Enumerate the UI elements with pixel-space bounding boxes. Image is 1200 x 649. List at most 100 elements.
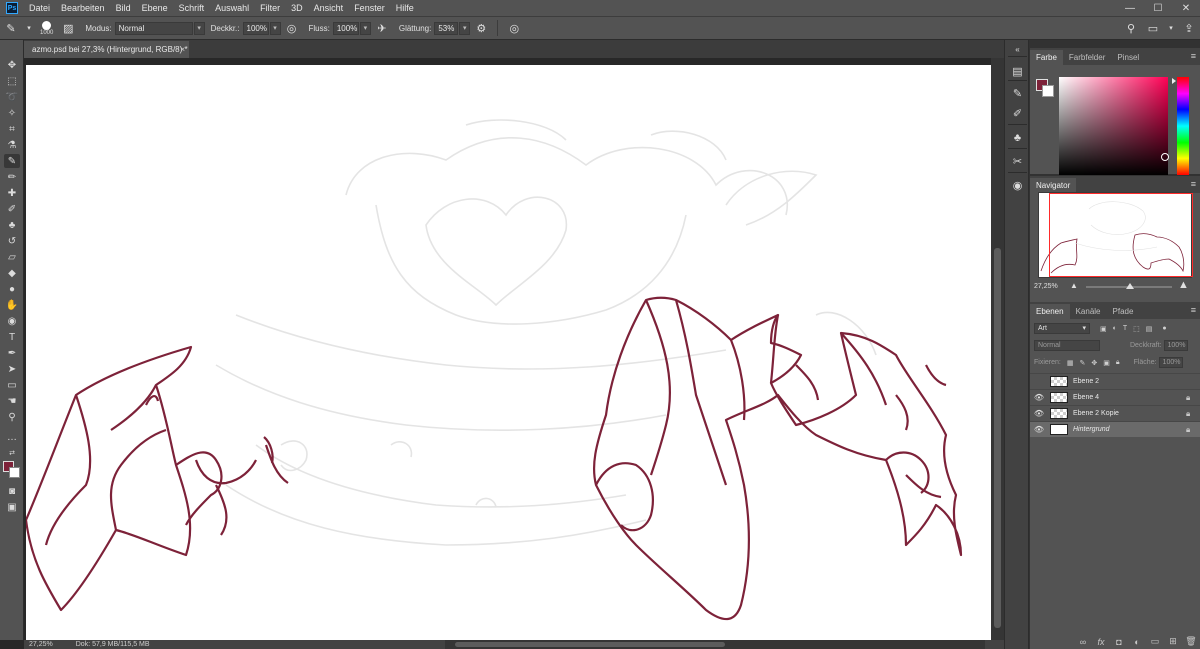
delete-layer-trash-icon[interactable]: 🗑︎ <box>1182 636 1200 647</box>
vertical-scrollbar[interactable] <box>991 58 1004 640</box>
menu-ebene[interactable]: Ebene <box>137 3 174 13</box>
filter-shape-icon[interactable]: ⬚ <box>1133 325 1140 333</box>
menu-hilfe[interactable]: Hilfe <box>391 3 420 13</box>
brushes-panel-icon[interactable]: ✐ <box>1010 106 1025 121</box>
new-layer-icon[interactable]: ⊞ <box>1164 636 1182 647</box>
rectangle-tool-icon[interactable]: ▭ <box>4 378 20 392</box>
menu-datei[interactable]: Datei <box>24 3 56 13</box>
tab-navigator[interactable]: Navigator <box>1030 178 1077 193</box>
opacity-field[interactable]: 100% <box>242 21 269 35</box>
fill-field[interactable]: 100% <box>1158 357 1183 368</box>
eye-icon[interactable]: 👁︎ <box>1030 409 1048 418</box>
layer-row-selected[interactable]: 👁︎ Hintergrund 🔒︎ <box>1030 421 1200 437</box>
marquee-tool-icon[interactable]: ⬚ <box>4 74 20 88</box>
opacity-dropdown-icon[interactable]: ▾ <box>269 21 281 35</box>
menu-schrift[interactable]: Schrift <box>174 3 211 13</box>
canvas-area[interactable] <box>24 58 1004 640</box>
layer-row[interactable]: 👁︎ Ebene 2 Kopie 🔒︎ <box>1030 405 1200 421</box>
lock-pixels-icon[interactable]: ✎ <box>1079 359 1085 367</box>
color-picker-cursor[interactable] <box>1161 153 1169 161</box>
link-layers-icon[interactable]: ∞ <box>1074 637 1092 647</box>
layer-filter-kind-select[interactable]: Art ▾ <box>1034 323 1090 334</box>
panel-menu-icon[interactable]: ≡ <box>1191 179 1196 189</box>
filter-adjustment-icon[interactable]: ◐ <box>1113 325 1117 332</box>
zoom-slider-knob[interactable] <box>1126 283 1134 289</box>
filter-toggle-icon[interactable]: ● <box>1162 325 1166 332</box>
smoothing-dropdown-icon[interactable]: ▾ <box>459 21 471 35</box>
mode-dropdown-icon[interactable]: ▾ <box>193 21 205 35</box>
menu-filter[interactable]: Filter <box>255 3 286 13</box>
crop-tool-icon[interactable]: ⌗ <box>4 122 20 136</box>
filter-pixel-icon[interactable]: ▣ <box>1100 325 1107 333</box>
adjustment-layer-icon[interactable]: ◐ <box>1128 637 1146 647</box>
document-canvas[interactable] <box>24 65 992 640</box>
layer-style-fx-icon[interactable]: fx <box>1092 637 1110 647</box>
history-brush-tool-icon[interactable]: ↺ <box>4 234 20 248</box>
lock-artboard-icon[interactable]: ▣ <box>1103 359 1110 367</box>
menu-bild[interactable]: Bild <box>111 3 137 13</box>
color-picker-field[interactable] <box>1059 77 1169 175</box>
flow-dropdown-icon[interactable]: ▾ <box>359 21 371 35</box>
lock-all-icon[interactable]: 🔒︎ <box>1116 359 1120 367</box>
lock-position-icon[interactable]: ✥ <box>1091 359 1097 367</box>
pressure-opacity-icon[interactable]: ◎ <box>284 20 300 36</box>
chevron-down-icon[interactable]: ▾ <box>25 20 33 36</box>
swap-colors-icon[interactable]: ⇄ <box>4 446 20 460</box>
share-icon[interactable]: ⇪ <box>1181 20 1197 36</box>
close-tab-icon[interactable]: × <box>180 41 185 58</box>
zoom-tool-icon[interactable]: ⚲ <box>4 410 20 424</box>
lasso-tool-icon[interactable]: ➰ <box>4 90 20 104</box>
horizontal-scroll-thumb[interactable] <box>455 642 725 647</box>
navigator-view-box[interactable] <box>1049 193 1193 277</box>
path-selection-tool-icon[interactable]: ➤ <box>4 362 20 376</box>
brush-settings-icon[interactable]: ▨ <box>60 20 76 36</box>
panel-menu-icon[interactable]: ≡ <box>1191 305 1196 315</box>
maximize-button[interactable]: ☐ <box>1144 0 1172 16</box>
filter-type-icon[interactable]: T <box>1123 325 1127 332</box>
mode-select[interactable]: Normal <box>114 21 193 35</box>
minimize-button[interactable]: — <box>1116 0 1144 16</box>
new-group-folder-icon[interactable]: ▭ <box>1146 636 1164 647</box>
magic-wand-tool-icon[interactable]: ✧ <box>4 106 20 120</box>
eye-icon[interactable]: 👁︎ <box>1030 393 1048 402</box>
layer-row[interactable]: 👁︎ Ebene 4 🔒︎ <box>1030 389 1200 405</box>
hue-marker-icon[interactable] <box>1172 78 1176 84</box>
history-panel-icon[interactable]: ▤ <box>1010 64 1025 79</box>
status-zoom[interactable]: 27,25% <box>29 641 53 648</box>
menu-fenster[interactable]: Fenster <box>349 3 391 13</box>
pen-tool-icon[interactable]: ✒ <box>4 346 20 360</box>
clone-stamp-tool-icon[interactable]: ♣ <box>4 218 20 232</box>
eye-icon[interactable]: 👁︎ <box>1030 425 1048 434</box>
menu-bearbeiten[interactable]: Bearbeiten <box>56 3 111 13</box>
tab-ebenen[interactable]: Ebenen <box>1030 304 1070 319</box>
brush-settings-panel-icon[interactable]: ✎ <box>1010 86 1025 101</box>
quick-mask-icon[interactable]: ◙ <box>4 484 20 498</box>
document-tab[interactable]: azmo.psd bei 27,3% (Hintergrund, RGB/8) … <box>24 41 189 58</box>
screen-mode-icon[interactable]: ▣ <box>4 500 20 514</box>
layer-opacity-field[interactable]: 100% <box>1163 340 1188 351</box>
blur-tool-icon[interactable]: ● <box>4 282 20 296</box>
smoothing-field[interactable]: 53% <box>434 21 459 35</box>
eyedropper-tool-icon[interactable]: ⚗ <box>4 138 20 152</box>
lock-transparent-icon[interactable]: ▦ <box>1067 359 1074 367</box>
background-color-swatch[interactable] <box>9 467 20 478</box>
hand-tool-icon[interactable]: ☚ <box>4 394 20 408</box>
zoom-out-mountain-icon[interactable]: ▲ <box>1070 281 1078 290</box>
mixer-brush-tool-icon[interactable]: ✐ <box>4 202 20 216</box>
vertical-scroll-thumb[interactable] <box>994 248 1001 628</box>
airbrush-icon[interactable]: ✈ <box>374 20 390 36</box>
move-tool-icon[interactable]: ✥ <box>4 58 20 72</box>
paint-bucket-tool-icon[interactable]: ◆ <box>4 266 20 280</box>
brush-preset-picker[interactable]: 1000 <box>40 20 53 36</box>
more-tools-icon[interactable]: … <box>4 430 20 444</box>
menu-auswahl[interactable]: Auswahl <box>210 3 255 13</box>
collapse-panels-icon[interactable]: « <box>1010 42 1025 57</box>
hue-slider[interactable] <box>1177 77 1189 175</box>
add-mask-icon[interactable]: ◘ <box>1110 637 1128 647</box>
filter-smart-object-icon[interactable]: ▤ <box>1146 325 1153 333</box>
flow-field[interactable]: 100% <box>332 21 359 35</box>
tab-pfade[interactable]: Pfade <box>1107 304 1140 319</box>
navigator-zoom-slider[interactable] <box>1086 283 1172 289</box>
pencil-tool-icon[interactable]: ✏ <box>4 170 20 184</box>
clone-source-panel-icon[interactable]: ♣ <box>1010 130 1025 145</box>
